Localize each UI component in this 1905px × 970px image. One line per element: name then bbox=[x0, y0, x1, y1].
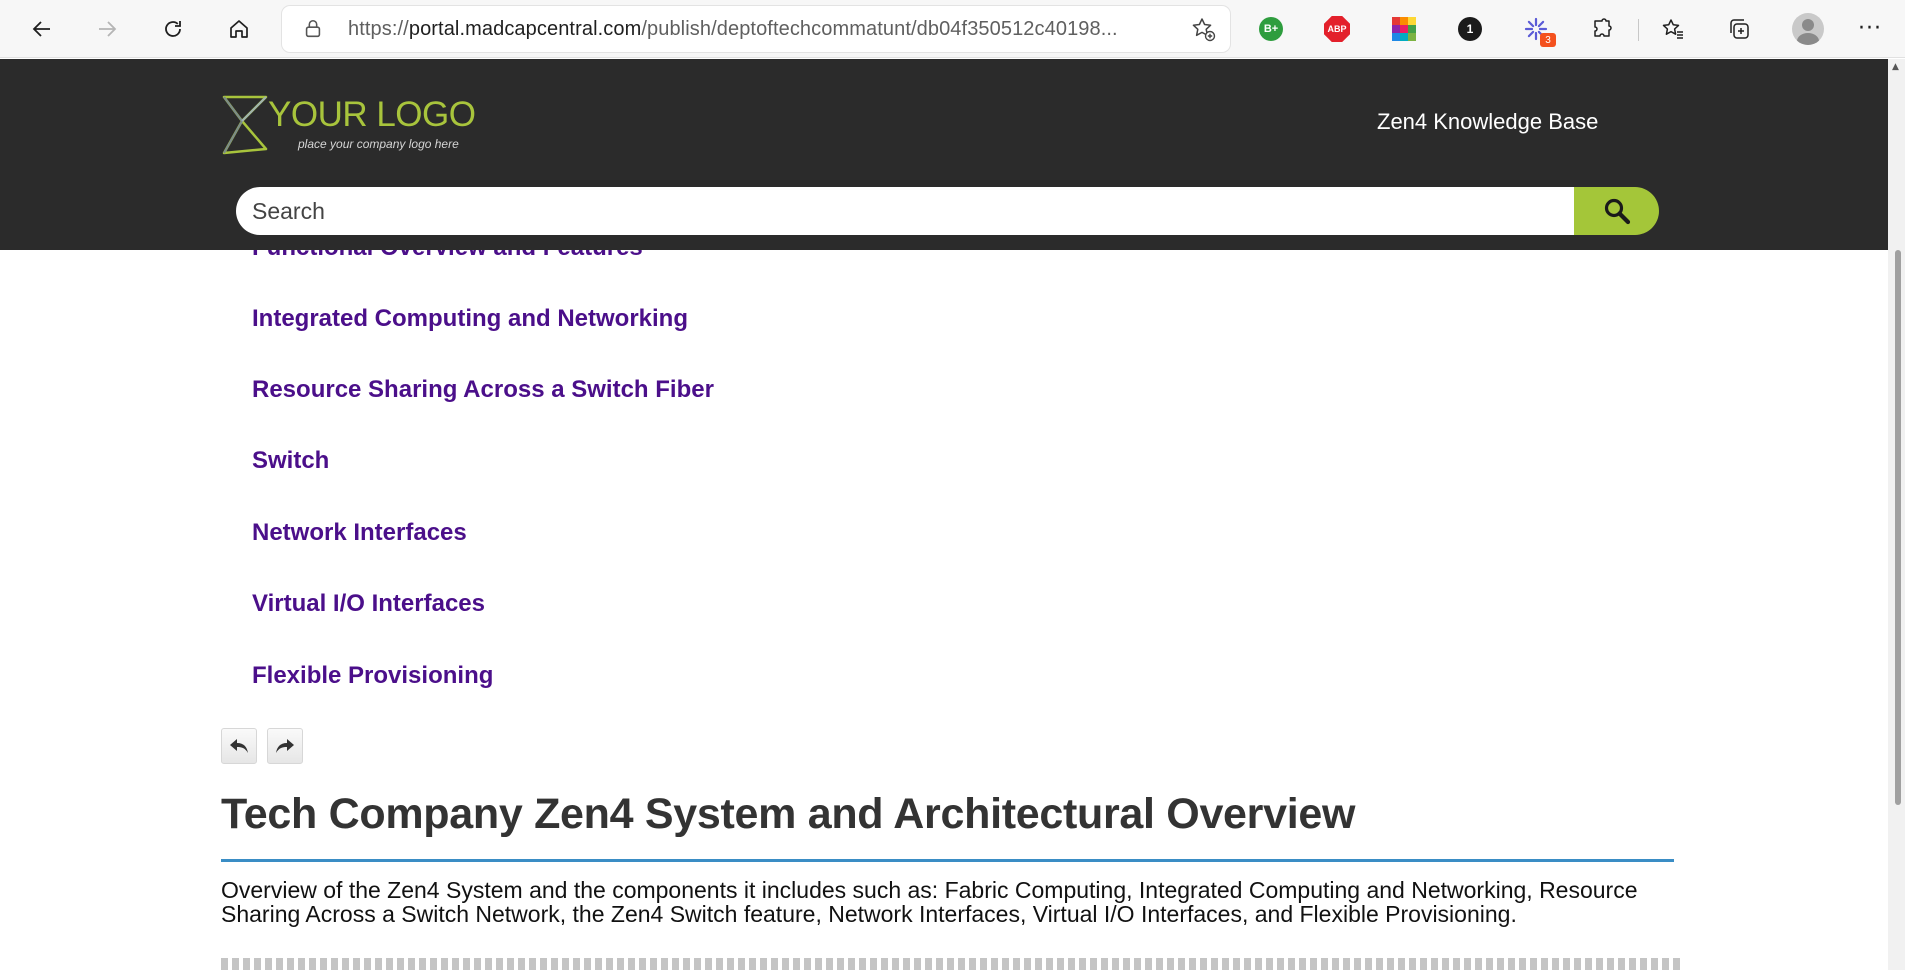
logo-mark-icon bbox=[222, 95, 268, 155]
logo-tagline: place your company logo here bbox=[298, 137, 459, 151]
bplus-extension-icon: B+ bbox=[1259, 17, 1283, 41]
collections-button[interactable] bbox=[1725, 15, 1753, 43]
home-icon bbox=[230, 20, 248, 38]
lock-icon[interactable] bbox=[302, 18, 324, 40]
truncated-text-line bbox=[221, 958, 1681, 970]
url-host: portal.madcapcentral.com bbox=[408, 18, 642, 40]
toc-link-network-interfaces[interactable]: Network Interfaces bbox=[252, 519, 467, 547]
home-button[interactable] bbox=[222, 12, 256, 46]
favorites-button[interactable] bbox=[1659, 15, 1687, 43]
extensions-button[interactable] bbox=[1588, 15, 1616, 43]
color-grid-extension-button[interactable] bbox=[1390, 15, 1418, 43]
main-content: Functional Overview and Features Integra… bbox=[0, 250, 1888, 970]
title-divider bbox=[221, 859, 1674, 862]
spark-extension-button[interactable]: 3 bbox=[1522, 15, 1556, 47]
search-button[interactable] bbox=[1574, 187, 1659, 235]
magnifier-icon bbox=[1604, 198, 1630, 225]
company-logo[interactable]: YOUR LOGO place your company logo here bbox=[220, 89, 510, 165]
browser-toolbar: https://portal.madcapcentral.com/publish… bbox=[0, 0, 1905, 58]
previous-arrow-icon bbox=[230, 739, 248, 753]
toc-link-virtual-io[interactable]: Virtual I/O Interfaces bbox=[252, 590, 485, 618]
puzzle-icon bbox=[1594, 18, 1612, 37]
extension-badge: 3 bbox=[1540, 33, 1556, 47]
arrow-right-icon bbox=[99, 21, 117, 37]
color-grid-extension-icon bbox=[1392, 17, 1416, 41]
next-arrow-icon bbox=[276, 739, 294, 753]
settings-menu-button[interactable]: ··· bbox=[1858, 16, 1882, 41]
collections-icon bbox=[1730, 19, 1749, 39]
toc-link-flexible-provisioning[interactable]: Flexible Provisioning bbox=[252, 662, 493, 690]
address-bar[interactable]: https://portal.madcapcentral.com/publish… bbox=[282, 6, 1230, 52]
reload-icon bbox=[165, 21, 181, 37]
overview-paragraph: Overview of the Zen4 System and the comp… bbox=[221, 877, 1638, 927]
url-path: /publish/deptoftechcommatunt/db04f350512… bbox=[641, 18, 1118, 40]
arrow-left-icon bbox=[32, 21, 50, 37]
reload-button[interactable] bbox=[156, 12, 190, 46]
next-topic-button[interactable] bbox=[267, 728, 303, 764]
url-text[interactable]: https://portal.madcapcentral.com/publish… bbox=[348, 18, 1118, 41]
forward-button[interactable] bbox=[90, 12, 124, 46]
toolbar-separator bbox=[1638, 19, 1639, 41]
previous-topic-button[interactable] bbox=[221, 728, 257, 764]
toc-link-functional-overview[interactable]: Functional Overview and Features bbox=[252, 250, 643, 262]
topic-navigation bbox=[221, 728, 303, 764]
logo-title: YOUR LOGO bbox=[268, 95, 476, 134]
adblock-plus-button[interactable]: ABP bbox=[1323, 15, 1351, 43]
toc-link-resource-sharing[interactable]: Resource Sharing Across a Switch Fiber bbox=[252, 376, 714, 404]
search-bar bbox=[236, 187, 1659, 235]
page-title: Tech Company Zen4 System and Architectur… bbox=[221, 790, 1356, 838]
search-input[interactable] bbox=[236, 187, 1576, 235]
favorites-icon bbox=[1662, 19, 1683, 39]
scrollbar-thumb[interactable] bbox=[1895, 250, 1901, 805]
toc-link-integrated-computing[interactable]: Integrated Computing and Networking bbox=[252, 305, 688, 333]
back-button[interactable] bbox=[25, 12, 59, 46]
scroll-up-arrow-icon[interactable]: ▲ bbox=[1892, 62, 1899, 72]
url-prefix: https:// bbox=[348, 18, 409, 40]
onepassword-extension-icon: 1 bbox=[1458, 17, 1482, 41]
knowledge-base-title[interactable]: Zen4 Knowledge Base bbox=[1377, 109, 1598, 135]
add-favorite-icon[interactable] bbox=[1190, 16, 1216, 42]
profile-avatar[interactable] bbox=[1792, 13, 1824, 45]
toc-link-switch[interactable]: Switch bbox=[252, 447, 329, 475]
onepassword-extension-button[interactable]: 1 bbox=[1456, 15, 1484, 43]
site-header: YOUR LOGO place your company logo here Z… bbox=[0, 59, 1888, 250]
bplus-extension-button[interactable]: B+ bbox=[1257, 15, 1285, 43]
adblock-plus-icon: ABP bbox=[1324, 16, 1350, 42]
